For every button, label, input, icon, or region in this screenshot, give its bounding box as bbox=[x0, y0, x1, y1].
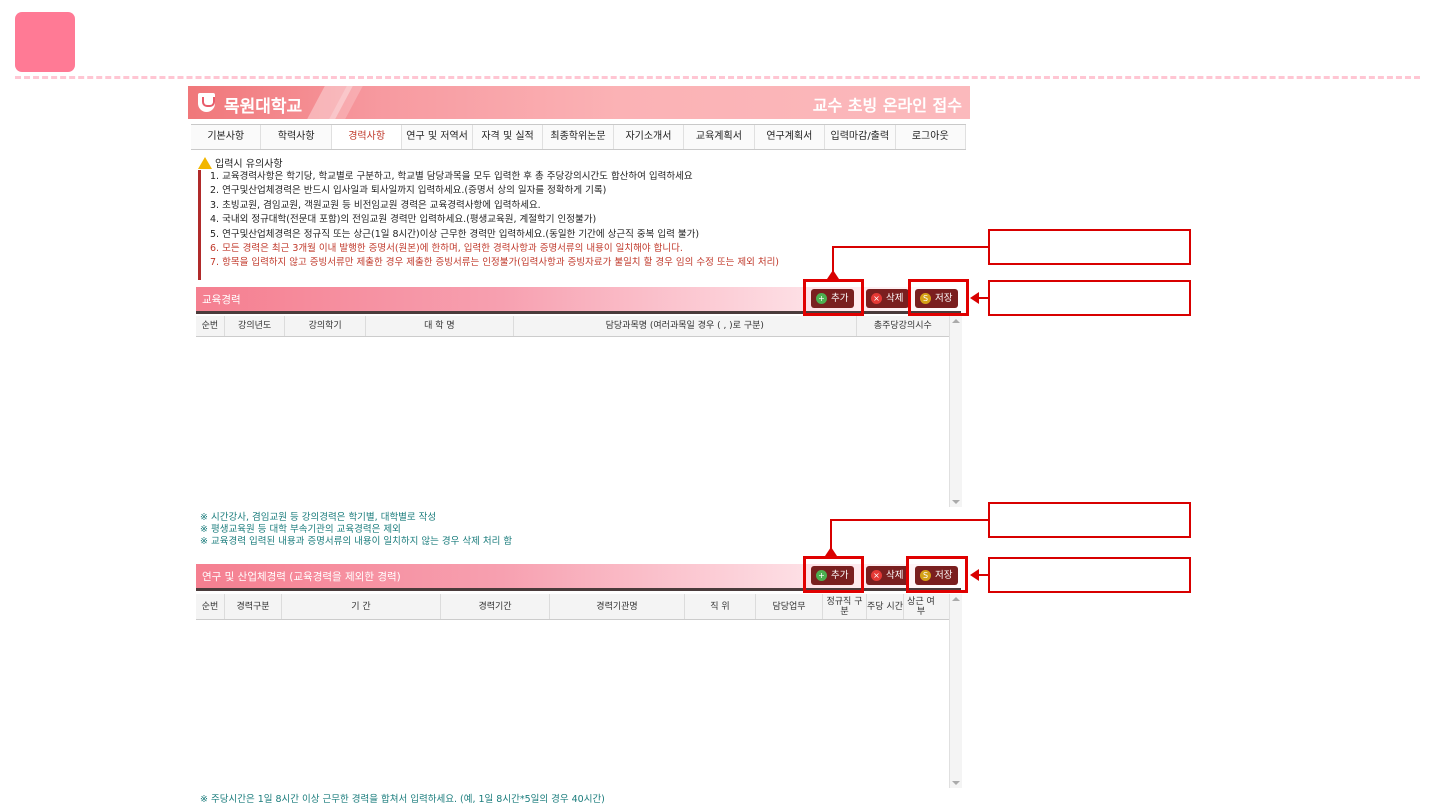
teaching-table-header: 순번 강의년도 강의학기 대 학 명 담당과목명 (여러과목일 경우 ( , )… bbox=[196, 316, 949, 337]
close-icon: × bbox=[871, 293, 882, 304]
warning-icon bbox=[198, 157, 212, 169]
connector-line bbox=[830, 519, 832, 549]
highlight-save bbox=[906, 556, 968, 593]
highlight-add bbox=[803, 556, 864, 593]
arrow-left-icon bbox=[970, 569, 979, 581]
dashed-divider bbox=[15, 76, 1420, 79]
research-table-body[interactable] bbox=[196, 620, 949, 788]
tab-thesis[interactable]: 최종학위논문 bbox=[543, 125, 614, 149]
notice-box: 1. 교육경력사항은 학기당, 학교별로 구분하고, 학교별 담당과목을 모두 … bbox=[198, 170, 968, 280]
connector-line bbox=[832, 246, 988, 248]
notice-item: 7. 항목을 입력하지 않고 증빙서류만 제출한 경우 제출한 증빙서류는 인정… bbox=[210, 257, 780, 269]
notice-heading: 입력시 유의사항 bbox=[198, 155, 283, 170]
arrow-left-icon bbox=[970, 292, 979, 304]
column-header: 경력구분 bbox=[225, 594, 282, 619]
tab-research-plan[interactable]: 연구계획서 bbox=[755, 125, 826, 149]
column-header: 상근 여부 bbox=[907, 596, 935, 617]
header-banner: 목원대학교 교수 초빙 온라인 접수 bbox=[188, 86, 970, 119]
delete-button[interactable]: × 삭제 bbox=[866, 289, 910, 308]
teaching-table-body[interactable] bbox=[196, 337, 949, 507]
notice-item: 3. 초빙교원, 겸임교원, 객원교원 등 비전임교원 경력은 교육경력사항에 … bbox=[210, 199, 541, 211]
column-header: 주당 시간 bbox=[867, 594, 904, 619]
tab-teaching-plan[interactable]: 교육계획서 bbox=[684, 125, 755, 149]
main-tabs: 기본사항 학력사항 경력사항 연구 및 저역서 자격 및 실적 최종학위논문 자… bbox=[191, 124, 966, 150]
connector-line bbox=[830, 519, 988, 521]
highlight-add bbox=[803, 279, 864, 316]
column-header: 강의학기 bbox=[285, 316, 366, 336]
tab-research[interactable]: 연구 및 저역서 bbox=[402, 125, 473, 149]
callout-box bbox=[988, 557, 1191, 593]
callout-box bbox=[988, 280, 1191, 316]
column-header: 담당과목명 (여러과목일 경우 ( , )로 구분) bbox=[514, 316, 857, 336]
callout-box bbox=[988, 229, 1191, 265]
notice-item: 4. 국내외 정규대학(전문대 포함)의 전임교원 경력만 입력하세요.(평생교… bbox=[210, 214, 597, 226]
arrow-up-icon bbox=[827, 270, 839, 279]
notice-item: 5. 연구및산업체경력은 정규직 또는 상근(1일 8시간)이상 근무한 경력만… bbox=[210, 228, 700, 240]
column-header: 기 간 bbox=[282, 594, 441, 619]
delete-button[interactable]: × 삭제 bbox=[866, 566, 910, 585]
section-title: 교육경력 bbox=[202, 294, 241, 306]
research-note: ※ 주당시간은 1일 8시간 이상 근무한 경력을 합쳐서 입력하세요. (예,… bbox=[200, 794, 605, 805]
column-header: 대 학 명 bbox=[366, 316, 514, 336]
research-table-header: 순번 경력구분 기 간 경력기간 경력기관명 직 위 담당업무 정규직 구 분 … bbox=[196, 594, 949, 620]
column-header: 담당업무 bbox=[756, 594, 823, 619]
column-header: 정규직 구 분 bbox=[823, 594, 867, 619]
teaching-note: ※ 시간강사, 겸임교원 등 강의경력은 학기별, 대학별로 작성 bbox=[200, 512, 437, 523]
connector-line bbox=[978, 297, 988, 299]
column-header: 총주당강의시수 bbox=[873, 321, 932, 331]
highlight-save bbox=[908, 279, 969, 316]
notice-item: 6. 모든 경력은 최근 3개월 이내 발행한 증명서(원본)에 한하며, 입력… bbox=[210, 243, 683, 255]
section-title: 연구 및 산업체경력 (교육경력을 제외한 경력) bbox=[202, 571, 401, 583]
notice-item: 1. 교육경력사항은 학기당, 학교별로 구분하고, 학교별 담당과목을 모두 … bbox=[210, 171, 693, 182]
callout-box bbox=[988, 502, 1191, 538]
connector-line bbox=[832, 246, 834, 272]
page-title: 교수 초빙 온라인 접수 bbox=[812, 96, 962, 115]
tab-qualification[interactable]: 자격 및 실적 bbox=[473, 125, 544, 149]
column-header: 경력기간 bbox=[441, 594, 550, 619]
column-header: 순번 bbox=[196, 594, 225, 619]
tab-self-intro[interactable]: 자기소개서 bbox=[614, 125, 685, 149]
tab-basic[interactable]: 기본사항 bbox=[191, 125, 262, 149]
research-scrollbar[interactable] bbox=[949, 594, 962, 788]
teaching-note: ※ 평생교육원 등 대학 부속기관의 교육경력은 제외 bbox=[200, 524, 401, 535]
arrow-up-icon bbox=[825, 547, 837, 556]
tab-education[interactable]: 학력사항 bbox=[261, 125, 332, 149]
column-header: 순번 bbox=[196, 316, 225, 336]
app-window: 목원대학교 교수 초빙 온라인 접수 기본사항 학력사항 경력사항 연구 및 저… bbox=[188, 86, 970, 808]
tab-logout[interactable]: 로그아웃 bbox=[896, 125, 966, 149]
university-name: 목원대학교 bbox=[224, 97, 303, 117]
close-icon: × bbox=[871, 570, 882, 581]
column-header: 경력기관명 bbox=[550, 594, 685, 619]
column-header: 직 위 bbox=[685, 594, 756, 619]
tab-submit-print[interactable]: 입력마감/출력 bbox=[825, 125, 896, 149]
column-header: 강의년도 bbox=[225, 316, 286, 336]
tab-career[interactable]: 경력사항 bbox=[331, 125, 403, 149]
notice-item: 2. 연구및산업체경력은 반드시 입사일과 퇴사일까지 입력하세요.(증명서 상… bbox=[210, 185, 607, 197]
slide-tag bbox=[15, 12, 75, 72]
teaching-scrollbar[interactable] bbox=[949, 316, 962, 507]
teaching-note: ※ 교육경력 입력된 내용과 증명서류의 내용이 일치하지 않는 경우 삭제 처… bbox=[200, 536, 513, 547]
university-logo-icon bbox=[198, 93, 215, 112]
connector-line bbox=[978, 574, 988, 576]
